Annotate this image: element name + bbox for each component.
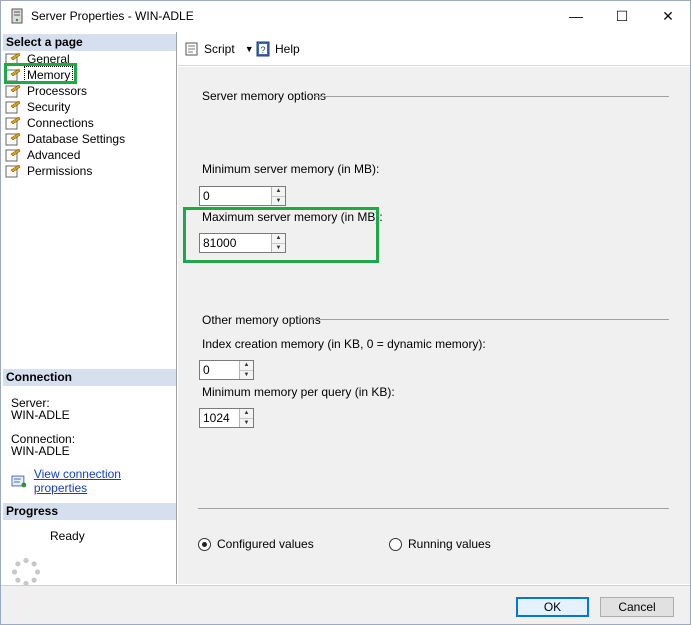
help-icon: ? xyxy=(256,41,270,57)
window-title: Server Properties - WIN-ADLE xyxy=(31,9,194,23)
page-icon xyxy=(5,164,21,178)
min-memory-stepper[interactable]: ▲▼ xyxy=(199,186,286,206)
other-memory-divider xyxy=(311,319,669,320)
connection-value: WIN-ADLE xyxy=(11,444,70,458)
server-properties-window: Server Properties - WIN-ADLE — ☐ ✕ Selec… xyxy=(0,0,691,625)
spin-down-icon[interactable]: ▼ xyxy=(240,418,253,427)
select-page-header: Select a page xyxy=(3,34,176,51)
progress-spinner-icon xyxy=(11,557,41,587)
page-item-connections[interactable]: Connections xyxy=(5,115,175,131)
page-item-security[interactable]: Security xyxy=(5,99,175,115)
progress-status: Ready xyxy=(50,529,85,543)
chevron-down-icon[interactable]: ▼ xyxy=(245,44,254,54)
properties-icon xyxy=(11,475,27,488)
spin-down-icon[interactable]: ▼ xyxy=(240,370,253,379)
min-memory-input[interactable] xyxy=(200,187,271,205)
min-query-memory-stepper[interactable]: ▲▼ xyxy=(199,408,254,428)
progress-header: Progress xyxy=(3,503,176,520)
svg-text:?: ? xyxy=(260,45,265,55)
script-button[interactable]: Script ▼ xyxy=(184,41,254,57)
page-item-advanced[interactable]: Advanced xyxy=(5,147,175,163)
help-button[interactable]: ? Help xyxy=(255,41,300,57)
page-icon xyxy=(5,148,21,162)
server-memory-divider xyxy=(314,96,669,97)
radio-selected-icon[interactable] xyxy=(198,537,211,551)
minimize-button[interactable]: — xyxy=(553,1,599,31)
index-memory-label: Index creation memory (in KB, 0 = dynami… xyxy=(202,337,486,351)
page-item-database-settings[interactable]: Database Settings xyxy=(5,131,175,147)
radio-running-values[interactable]: Running values xyxy=(389,537,491,551)
page-item-permissions[interactable]: Permissions xyxy=(5,163,175,179)
server-memory-title: Server memory options xyxy=(202,89,327,103)
index-memory-stepper[interactable]: ▲▼ xyxy=(199,360,254,380)
script-label: Script xyxy=(204,42,235,56)
other-memory-title: Other memory options xyxy=(202,313,321,327)
cancel-button[interactable]: Cancel xyxy=(600,597,674,617)
spin-up-icon[interactable]: ▲ xyxy=(240,409,253,419)
min-memory-label: Minimum server memory (in MB): xyxy=(202,162,380,176)
spin-up-icon[interactable]: ▲ xyxy=(272,187,285,197)
memory-highlight-box xyxy=(4,63,77,84)
help-label: Help xyxy=(275,42,300,56)
spin-down-icon[interactable]: ▼ xyxy=(272,196,285,205)
min-query-memory-input[interactable] xyxy=(200,409,239,427)
page-item-processors[interactable]: Processors xyxy=(5,83,175,99)
close-button[interactable]: ✕ xyxy=(645,1,691,31)
server-icon xyxy=(11,8,23,24)
page-icon xyxy=(5,132,21,146)
max-memory-highlight-box xyxy=(183,207,379,263)
script-icon xyxy=(185,42,198,56)
toolbar: Script ▼ ? Help xyxy=(178,32,690,66)
spin-up-icon[interactable]: ▲ xyxy=(240,361,253,371)
title-bar: Server Properties - WIN-ADLE — ☐ ✕ xyxy=(1,1,690,31)
server-value: WIN-ADLE xyxy=(11,408,70,422)
radio-configured-label: Configured values xyxy=(217,537,314,551)
view-connection-properties[interactable]: View connection properties xyxy=(11,467,176,495)
page-icon xyxy=(5,116,21,130)
radio-running-label: Running values xyxy=(408,537,491,551)
page-icon xyxy=(5,84,21,98)
page-icon xyxy=(5,100,21,114)
bottom-divider xyxy=(198,508,669,509)
radio-configured-values[interactable]: Configured values xyxy=(198,537,314,551)
memory-page-content: Server memory options Minimum server mem… xyxy=(178,67,690,584)
maximize-button[interactable]: ☐ xyxy=(599,1,645,31)
index-memory-input[interactable] xyxy=(200,361,239,379)
left-panel: Select a page General Memory Processors … xyxy=(1,32,177,587)
ok-button[interactable]: OK xyxy=(516,597,589,617)
min-query-memory-label: Minimum memory per query (in KB): xyxy=(202,385,395,399)
connection-header: Connection xyxy=(3,369,176,386)
radio-unselected-icon[interactable] xyxy=(389,537,402,551)
view-connection-properties-link[interactable]: View connection properties xyxy=(34,467,176,495)
dialog-footer: OK Cancel xyxy=(1,585,690,624)
